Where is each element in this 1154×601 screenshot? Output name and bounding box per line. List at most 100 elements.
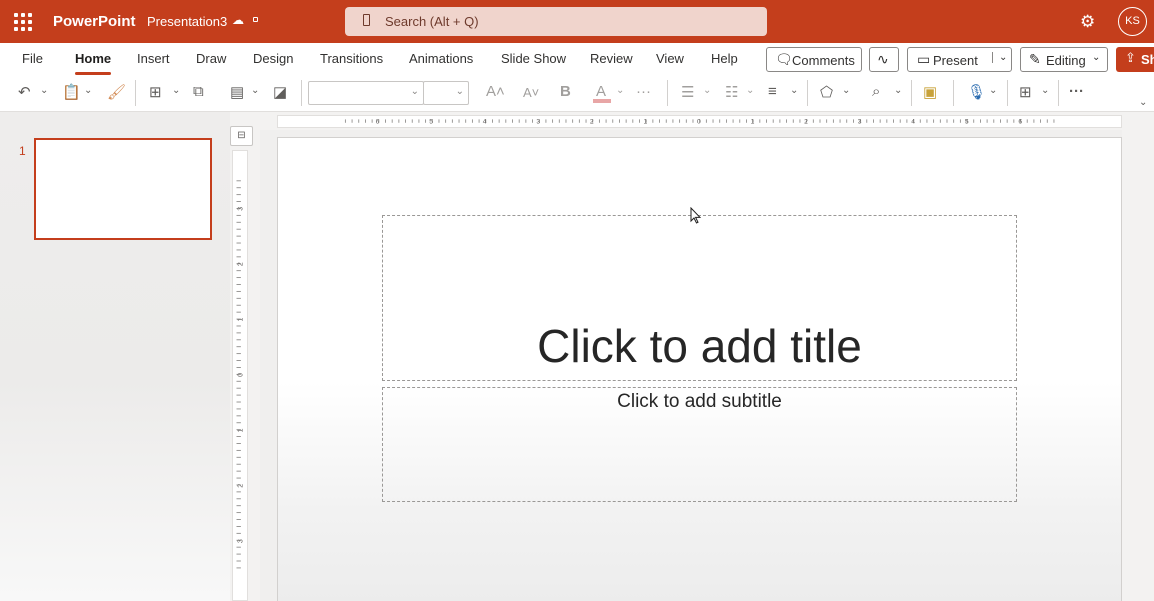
align-dropdown-icon[interactable]: ⌄: [790, 85, 798, 96]
tab-view[interactable]: View: [656, 51, 684, 66]
h-ruler-label: 6: [376, 119, 380, 126]
font-color-dropdown-icon[interactable]: ⌄: [616, 85, 624, 96]
font-color-swatch: [593, 99, 611, 103]
settings-gear-icon[interactable]: ⚙: [1080, 12, 1095, 32]
add-ins-icon[interactable]: ⊞: [1019, 83, 1032, 101]
title-placeholder[interactable]: Click to add title: [382, 215, 1017, 381]
slide-number: 1: [19, 144, 26, 158]
chevron-down-icon[interactable]: ⌄: [992, 52, 1007, 63]
doc-menu-icon[interactable]: [253, 17, 258, 22]
comments-button[interactable]: 🗨 Comments: [766, 47, 862, 72]
tab-file[interactable]: File: [22, 51, 43, 66]
horizontal-ruler: 6 5 4 3 2 1 0 1 2 3 4 5 6: [277, 115, 1122, 128]
format-painter-icon[interactable]: 🖌: [107, 83, 126, 101]
new-slide-dropdown-icon[interactable]: ⌄: [172, 85, 180, 96]
dictate-icon[interactable]: 🎙: [967, 83, 986, 101]
ruler-toggle-icon[interactable]: ⊟: [230, 126, 253, 146]
bullets-icon[interactable]: ☰: [681, 83, 694, 101]
layout-dropdown-icon[interactable]: ⌄: [251, 85, 259, 96]
font-family-select[interactable]: ⌄: [308, 81, 424, 105]
font-color-icon[interactable]: A: [596, 83, 606, 100]
mouse-pointer-icon: [690, 207, 701, 224]
slide-thumbnails-pane: 1: [0, 112, 230, 601]
v-ruler-label: 2: [238, 262, 245, 266]
h-ruler-label: 1: [751, 119, 755, 126]
designer-icon[interactable]: ▣: [923, 83, 937, 101]
tab-design[interactable]: Design: [253, 51, 293, 66]
h-ruler-label: 4: [911, 119, 915, 126]
paste-dropdown-icon[interactable]: ⌄: [84, 85, 92, 96]
title-bar: PowerPoint Presentation3 ☁ Search (Alt +…: [0, 0, 1154, 43]
ribbon-expand-icon[interactable]: ⌄: [1139, 97, 1147, 108]
tab-insert[interactable]: Insert: [137, 51, 170, 66]
search-box[interactable]: Search (Alt + Q): [345, 7, 767, 36]
divider: [911, 80, 912, 106]
h-ruler-label: 3: [858, 119, 862, 126]
avatar[interactable]: KS: [1118, 7, 1147, 36]
divider: [807, 80, 808, 106]
v-ruler-label: 1: [238, 318, 245, 322]
tab-transitions[interactable]: Transitions: [320, 51, 383, 66]
layout-icon[interactable]: ▤: [230, 83, 244, 101]
h-ruler-label: 5: [965, 119, 969, 126]
h-ruler-label: 5: [429, 119, 433, 126]
numbering-icon[interactable]: ☷: [725, 83, 738, 101]
waffle-icon[interactable]: [14, 13, 32, 31]
editing-mode-button[interactable]: ✎ Editing ⌄: [1020, 47, 1108, 72]
font-size-select[interactable]: ⌄: [423, 81, 469, 105]
more-font-options-icon[interactable]: ···: [636, 83, 651, 100]
h-ruler-label: 2: [804, 119, 808, 126]
v-ruler-label: 2: [238, 484, 245, 488]
document-name[interactable]: Presentation3: [147, 14, 227, 29]
shapes-icon[interactable]: ⬠: [820, 83, 833, 101]
home-ribbon: ↶ ⌄ 📋 ⌄ 🖌 ⊞ ⌄ ⧉ ▤ ⌄ ◪ ⌄ ⌄ A˄ A˅ B A ⌄ ··…: [0, 75, 1154, 112]
bullets-dropdown-icon[interactable]: ⌄: [703, 85, 711, 96]
search-icon: [363, 14, 370, 26]
tab-animations[interactable]: Animations: [409, 51, 473, 66]
v-ruler-label: 3: [238, 207, 245, 211]
tab-help[interactable]: Help: [711, 51, 738, 66]
tab-slide-show[interactable]: Slide Show: [501, 51, 566, 66]
tab-review[interactable]: Review: [590, 51, 633, 66]
right-scroll-gutter: [1122, 112, 1154, 601]
v-ruler-label: 1: [238, 428, 245, 432]
paste-icon[interactable]: 📋: [62, 83, 81, 101]
divider: [667, 80, 668, 106]
bold-button[interactable]: B: [560, 83, 571, 100]
add-ins-dropdown-icon[interactable]: ⌄: [1041, 85, 1049, 96]
app-name[interactable]: PowerPoint: [53, 13, 136, 30]
pencil-icon: ✎: [1029, 51, 1041, 67]
slide-thumbnail[interactable]: [34, 138, 212, 240]
h-ruler-label: 6: [1018, 119, 1022, 126]
grow-font-icon[interactable]: A˄: [486, 83, 505, 100]
tab-draw[interactable]: Draw: [196, 51, 226, 66]
share-button[interactable]: ⇪ Sh: [1116, 47, 1154, 72]
divider: [1007, 80, 1008, 106]
find-dropdown-icon[interactable]: ⌄: [894, 85, 902, 96]
shrink-font-icon[interactable]: A˅: [523, 85, 539, 100]
v-ruler-label: 0: [238, 373, 245, 377]
comment-icon: 🗨: [775, 51, 793, 67]
cloud-saved-icon[interactable]: ☁: [232, 13, 244, 27]
more-options-icon[interactable]: ···: [1069, 83, 1084, 100]
find-icon[interactable]: ⌕: [872, 83, 880, 100]
new-slide-icon[interactable]: ⊞: [149, 83, 162, 101]
reuse-slides-icon[interactable]: ⧉: [193, 83, 204, 100]
undo-dropdown-icon[interactable]: ⌄: [40, 85, 48, 96]
activity-button[interactable]: ∿: [869, 47, 899, 72]
subtitle-placeholder[interactable]: Click to add subtitle: [382, 387, 1017, 502]
align-icon[interactable]: ≡: [768, 83, 777, 100]
shapes-dropdown-icon[interactable]: ⌄: [842, 85, 850, 96]
vertical-ruler: 3 2 1 0 1 2 3: [232, 150, 248, 601]
dictate-dropdown-icon[interactable]: ⌄: [989, 85, 997, 96]
title-placeholder-text: Click to add title: [537, 320, 862, 372]
numbering-dropdown-icon[interactable]: ⌄: [746, 85, 754, 96]
undo-icon[interactable]: ↶: [18, 83, 31, 101]
divider: [1058, 80, 1059, 106]
h-ruler-label: 2: [590, 119, 594, 126]
background-icon[interactable]: ◪: [273, 83, 287, 101]
tab-home[interactable]: Home: [75, 51, 112, 75]
search-placeholder: Search (Alt + Q): [385, 14, 479, 29]
activity-icon: ∿: [877, 51, 889, 67]
present-button[interactable]: ▭ Present ⌄: [907, 47, 1012, 72]
